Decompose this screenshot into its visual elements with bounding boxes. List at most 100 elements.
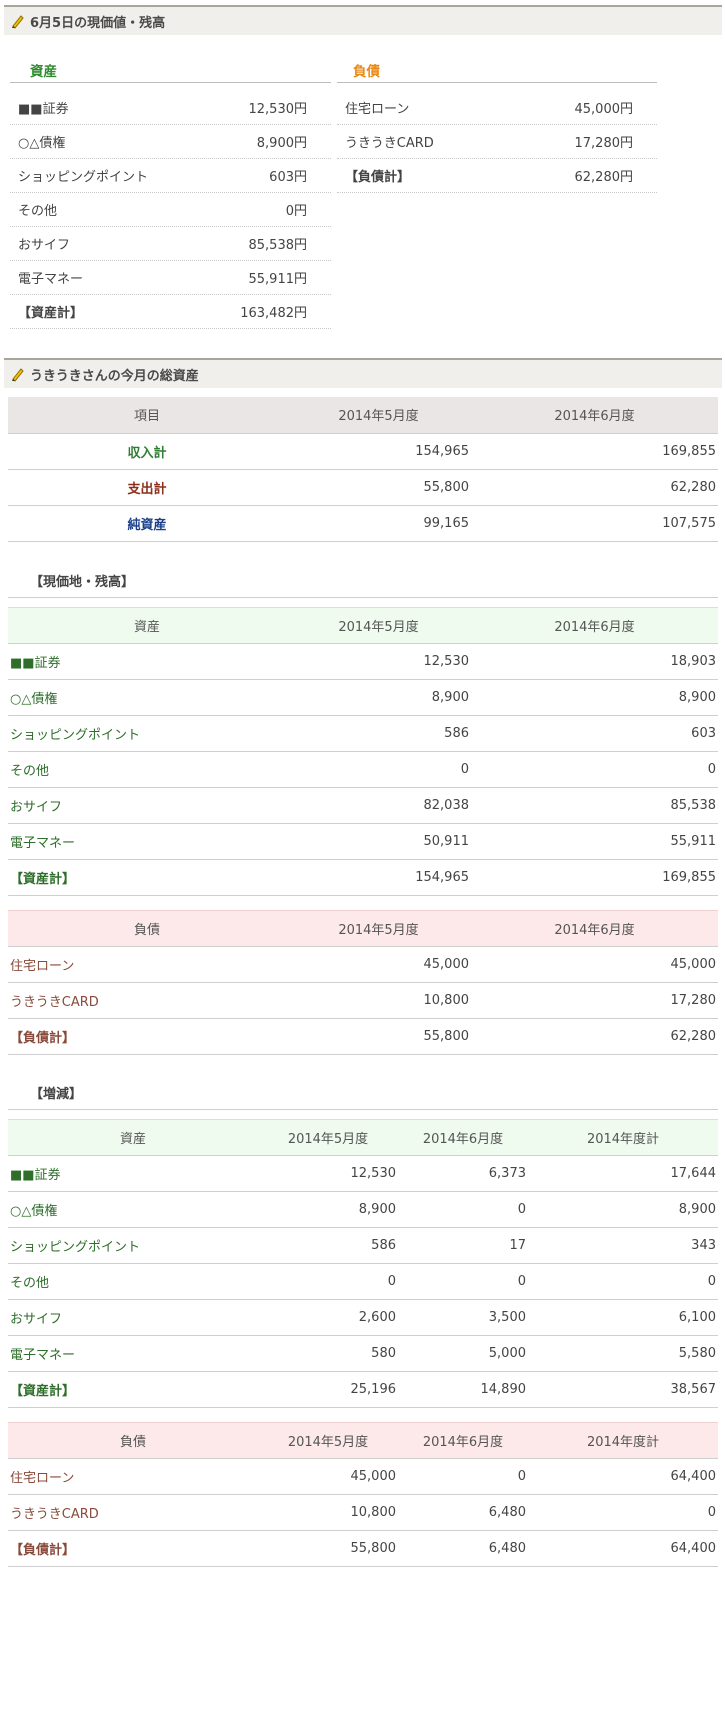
asset-row: ■■証券 12,530円 (10, 91, 331, 125)
pencil-icon (12, 368, 24, 382)
summary-value-jun: 62,280 (471, 469, 718, 506)
pencil-icon (12, 15, 24, 29)
change-asset-value-may: 580 (258, 1335, 398, 1372)
change-asset-label: その他 (8, 1263, 258, 1300)
summary-row: 支出計 55,800 62,280 (8, 469, 718, 506)
liability-label: うきうきCARD (345, 136, 434, 151)
change-liability-label: 【負債計】 (8, 1530, 258, 1567)
asset-value: 8,900円 (256, 136, 307, 151)
asset-row: その他 0円 (10, 193, 331, 227)
change-asset-label: ■■証券 (8, 1155, 258, 1192)
change-asset-value-jun: 0 (398, 1263, 528, 1300)
asset-label: その他 (18, 204, 58, 219)
summary-label: 収入計 (8, 433, 286, 470)
change-liability-header-cell: 2014年5月度 (258, 1422, 398, 1459)
current-asset-value-jun: 18,903 (471, 643, 718, 680)
change-asset-value-jun: 5,000 (398, 1335, 528, 1372)
change-asset-row: ■■証券 12,530 6,373 17,644 (8, 1155, 718, 1192)
change-asset-value-may: 2,600 (258, 1299, 398, 1336)
current-asset-label: 【資産計】 (8, 859, 286, 896)
change-liability-label: うきうきCARD (8, 1494, 258, 1531)
change-liability-label: 住宅ローン (8, 1458, 258, 1495)
current-asset-value-may: 0 (286, 751, 471, 788)
current-asset-value-jun: 55,911 (471, 823, 718, 860)
balance-section-header: 6月5日の現価値・残高 (4, 5, 722, 35)
change-asset-value-total: 0 (528, 1263, 718, 1300)
current-asset-header-cell: 資産 (8, 607, 286, 644)
balance-section-title: 6月5日の現価値・残高 (30, 15, 166, 31)
current-asset-row: ■■証券 12,530 18,903 (8, 643, 718, 680)
current-asset-row: ○△債権 8,900 8,900 (8, 679, 718, 716)
current-asset-label: ■■証券 (8, 643, 286, 680)
change-asset-value-total: 38,567 (528, 1371, 718, 1408)
change-asset-value-total: 6,100 (528, 1299, 718, 1336)
changes-heading: 【増減】 (8, 1076, 718, 1110)
summary-value-may: 99,165 (286, 505, 471, 542)
summary-label: 支出計 (8, 469, 286, 506)
summary-value-may: 154,965 (286, 433, 471, 470)
current-asset-row: おサイフ 82,038 85,538 (8, 787, 718, 824)
asset-row: 【資産計】 163,482円 (10, 295, 331, 329)
asset-label: 【資産計】 (18, 306, 84, 321)
change-liability-value-may: 10,800 (258, 1494, 398, 1531)
summary-header-cell: 2014年6月度 (471, 397, 718, 434)
change-asset-header-cell: 2014年6月度 (398, 1119, 528, 1156)
liabilities-column-title: 負債 (353, 64, 380, 80)
current-asset-value-jun: 8,900 (471, 679, 718, 716)
current-assets-table: 資産 2014年5月度 2014年6月度 ■■証券 12,530 18,903 ○△債権 8,… (8, 607, 718, 896)
current-asset-label: おサイフ (8, 787, 286, 824)
current-liability-header-cell: 2014年6月度 (471, 910, 718, 947)
current-asset-label: その他 (8, 751, 286, 788)
change-asset-value-may: 586 (258, 1227, 398, 1264)
change-liability-value-may: 55,800 (258, 1530, 398, 1567)
liability-value: 62,280円 (574, 170, 634, 185)
change-liability-row: 【負債計】 55,800 6,480 64,400 (8, 1530, 718, 1567)
change-liability-row: うきうきCARD 10,800 6,480 0 (8, 1494, 718, 1531)
summary-value-may: 55,800 (286, 469, 471, 506)
change-liability-value-total: 0 (528, 1494, 718, 1531)
change-liability-header-cell: 2014年度計 (528, 1422, 718, 1459)
current-liability-label: うきうきCARD (8, 982, 286, 1019)
current-asset-value-may: 50,911 (286, 823, 471, 860)
change-asset-label: ○△債権 (8, 1191, 258, 1228)
current-liability-value-jun: 62,280 (471, 1018, 718, 1055)
change-asset-value-total: 17,644 (528, 1155, 718, 1192)
change-asset-value-may: 8,900 (258, 1191, 398, 1228)
summary-header-row: 項目 2014年5月度 2014年6月度 (8, 397, 718, 434)
current-values-heading: 【現価地・残高】 (8, 564, 718, 598)
asset-value: 0円 (285, 204, 307, 219)
change-asset-row: 【資産計】 25,196 14,890 38,567 (8, 1371, 718, 1408)
current-asset-value-may: 82,038 (286, 787, 471, 824)
change-asset-value-jun: 3,500 (398, 1299, 528, 1336)
change-asset-value-may: 25,196 (258, 1371, 398, 1408)
current-liability-value-jun: 17,280 (471, 982, 718, 1019)
summary-header-cell: 2014年5月度 (286, 397, 471, 434)
current-asset-value-may: 8,900 (286, 679, 471, 716)
change-asset-header-cell: 2014年度計 (528, 1119, 718, 1156)
change-asset-row: おサイフ 2,600 3,500 6,100 (8, 1299, 718, 1336)
change-asset-header-cell: 2014年5月度 (258, 1119, 398, 1156)
liabilities-title-rule (337, 82, 657, 83)
assets-title-rule (10, 82, 331, 83)
change-liability-value-jun: 0 (398, 1458, 528, 1495)
current-asset-value-may: 154,965 (286, 859, 471, 896)
current-liability-value-may: 10,800 (286, 982, 471, 1019)
asset-label: 電子マネー (18, 272, 84, 287)
monthly-section-title: うきうきさんの今月の総資産 (30, 368, 199, 384)
current-asset-value-jun: 603 (471, 715, 718, 752)
summary-row: 収入計 154,965 169,855 (8, 433, 718, 470)
asset-row: ショッピングポイント 603円 (10, 159, 331, 193)
change-asset-value-may: 0 (258, 1263, 398, 1300)
summary-label: 純資産 (8, 505, 286, 542)
current-asset-header-cell: 2014年6月度 (471, 607, 718, 644)
current-asset-value-jun: 85,538 (471, 787, 718, 824)
asset-value: 55,911円 (248, 272, 308, 287)
change-asset-value-jun: 6,373 (398, 1155, 528, 1192)
liability-row: 【負債計】 62,280円 (337, 159, 657, 193)
current-asset-header-row: 資産 2014年5月度 2014年6月度 (8, 607, 718, 644)
current-liability-row: 住宅ローン 45,000 45,000 (8, 946, 718, 983)
change-liability-value-total: 64,400 (528, 1530, 718, 1567)
change-asset-row: 電子マネー 580 5,000 5,580 (8, 1335, 718, 1372)
change-liability-row: 住宅ローン 45,000 0 64,400 (8, 1458, 718, 1495)
change-asset-label: 電子マネー (8, 1335, 258, 1372)
